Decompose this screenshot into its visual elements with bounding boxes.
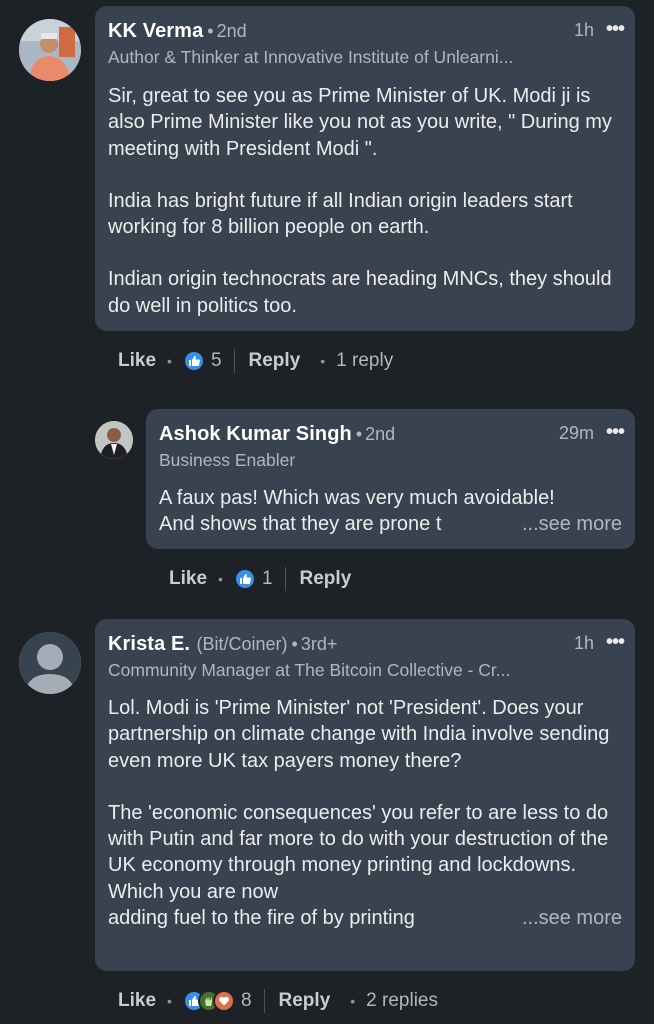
commenter-name[interactable]: Krista E. bbox=[108, 633, 190, 655]
comment-header: KK Verma • 2nd 1h ••• bbox=[108, 18, 625, 46]
see-more-link[interactable]: ...see more bbox=[522, 905, 622, 931]
comment-line: And shows that they are prone t bbox=[159, 513, 442, 536]
more-options-icon[interactable]: ••• bbox=[606, 631, 625, 654]
like-reaction-icon[interactable] bbox=[233, 568, 256, 590]
avatar-ashok-kumar-singh[interactable] bbox=[95, 421, 133, 459]
comment-header: Ashok Kumar Singh • 2nd 29m ••• bbox=[159, 421, 625, 449]
person-photo-icon bbox=[19, 19, 81, 81]
commenter-name[interactable]: KK Verma bbox=[108, 20, 203, 42]
comment-line-truncated: adding fuel to the fire of by printing .… bbox=[108, 905, 622, 931]
comment-paragraph: The 'economic consequences' you refer to… bbox=[108, 801, 609, 903]
divider bbox=[233, 349, 235, 373]
divider bbox=[263, 989, 265, 1013]
person-photo-icon bbox=[95, 421, 133, 459]
more-options-icon[interactable]: ••• bbox=[606, 18, 625, 41]
default-person-icon bbox=[19, 632, 81, 694]
comment-actions: Like • 5 Reply • 1 reply bbox=[118, 346, 393, 376]
connection-degree: 2nd bbox=[216, 21, 247, 41]
comment-paragraph: Sir, great to see you as Prime Minister … bbox=[108, 85, 612, 160]
divider bbox=[284, 567, 286, 591]
comment-header: Krista E. (Bit/Coiner) • 3rd+ 1h ••• bbox=[108, 631, 625, 659]
connection-degree: 3rd+ bbox=[300, 634, 338, 654]
comment-text: A faux pas! Which was very much avoidabl… bbox=[159, 485, 622, 538]
separator-dot: • bbox=[167, 353, 172, 369]
comment-text: Sir, great to see you as Prime Minister … bbox=[108, 83, 622, 319]
comment-time: 1h bbox=[573, 633, 594, 653]
separator-dot: • bbox=[355, 424, 363, 444]
comment-line: A faux pas! Which was very much avoidabl… bbox=[159, 487, 555, 509]
separator-dot: • bbox=[291, 634, 298, 654]
comment-paragraph: Indian origin technocrats are heading MN… bbox=[108, 268, 612, 317]
comment-bubble: KK Verma • 2nd 1h ••• Author & Thinker at … bbox=[95, 6, 635, 331]
love-reaction-icon[interactable] bbox=[212, 990, 235, 1012]
like-button[interactable]: Like bbox=[118, 350, 156, 372]
comment-paragraph: Lol. Modi is 'Prime Minister' not 'Presi… bbox=[108, 697, 610, 772]
replies-count-link[interactable]: 2 replies bbox=[366, 990, 438, 1012]
comment-time: 1h bbox=[573, 20, 594, 40]
comment-bubble: Krista E. (Bit/Coiner) • 3rd+ 1h ••• Commu… bbox=[95, 619, 635, 971]
separator-dot: • bbox=[207, 21, 214, 41]
commenter-headline: Business Enabler bbox=[159, 450, 296, 470]
separator-dot: • bbox=[218, 571, 223, 587]
reply-bubble: Ashok Kumar Singh • 2nd 29m ••• Business E… bbox=[146, 409, 635, 549]
comment-actions: Like • 1 Reply bbox=[169, 564, 351, 594]
comment-time: 29m bbox=[558, 423, 594, 443]
separator-dot: • bbox=[350, 993, 356, 1009]
commenter-headline: Community Manager at The Bitcoin Collect… bbox=[108, 660, 511, 680]
comment-actions: Like • 8 Reply • 2 replies bbox=[118, 986, 438, 1016]
comment-paragraph: India has bright future if all Indian or… bbox=[108, 189, 573, 239]
comment-line: adding fuel to the fire of by printing bbox=[108, 907, 415, 930]
comment-text: Lol. Modi is 'Prime Minister' not 'Presi… bbox=[108, 695, 622, 931]
like-button[interactable]: Like bbox=[169, 568, 207, 590]
separator-dot: • bbox=[167, 993, 172, 1009]
replies-count-link[interactable]: 1 reply bbox=[336, 350, 393, 372]
reply-button[interactable]: Reply bbox=[249, 350, 301, 372]
see-more-link[interactable]: ...see more bbox=[522, 511, 622, 537]
comment-line-truncated: And shows that they are prone t ...see m… bbox=[159, 511, 622, 537]
more-options-icon[interactable]: ••• bbox=[606, 421, 625, 444]
separator-dot: • bbox=[320, 353, 326, 369]
reply-button[interactable]: Reply bbox=[300, 568, 352, 590]
reaction-count[interactable]: 8 bbox=[241, 990, 252, 1012]
like-reaction-icon[interactable] bbox=[182, 350, 205, 372]
reaction-count[interactable]: 1 bbox=[262, 568, 273, 590]
reaction-count[interactable]: 5 bbox=[211, 350, 222, 372]
connection-degree: 2nd bbox=[365, 424, 396, 444]
avatar-kk-verma[interactable] bbox=[19, 19, 81, 81]
avatar-krista-e[interactable] bbox=[19, 632, 81, 694]
like-button[interactable]: Like bbox=[118, 990, 156, 1012]
commenter-name[interactable]: Ashok Kumar Singh bbox=[159, 423, 352, 445]
reply-button[interactable]: Reply bbox=[279, 990, 331, 1012]
commenter-headline: Author & Thinker at Innovative Institute… bbox=[108, 47, 514, 67]
commenter-name-suffix: (Bit/Coiner) bbox=[196, 634, 288, 654]
